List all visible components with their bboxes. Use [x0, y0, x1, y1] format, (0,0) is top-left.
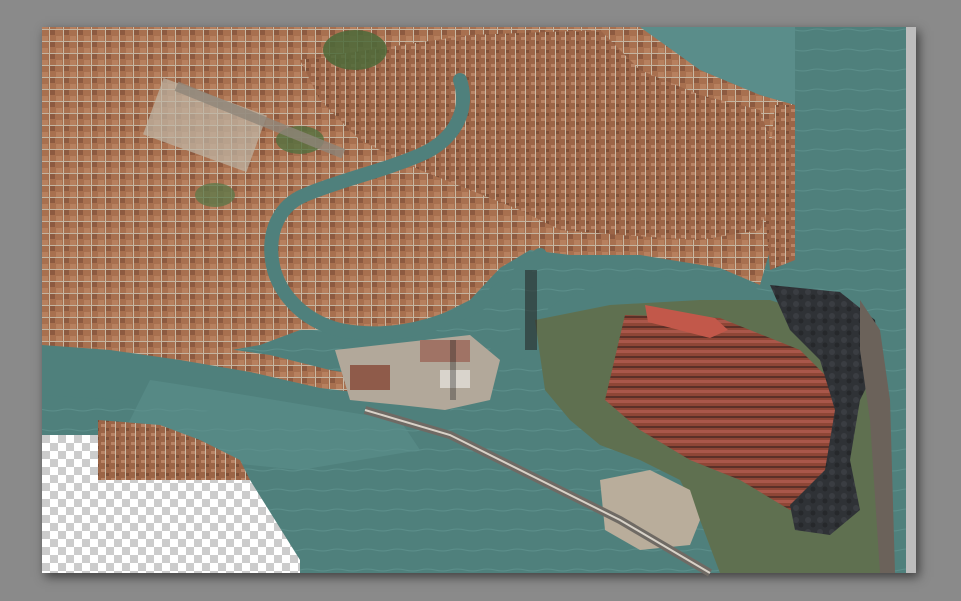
park-green-3 — [195, 183, 235, 207]
tile-seam-dark-2 — [450, 340, 456, 400]
aerial-map-image[interactable] — [0, 0, 961, 601]
map-content — [42, 27, 906, 577]
containers-2 — [420, 340, 470, 362]
tile-seam-dark — [525, 270, 537, 350]
containers-1 — [350, 365, 390, 390]
park-green-1 — [323, 30, 387, 70]
